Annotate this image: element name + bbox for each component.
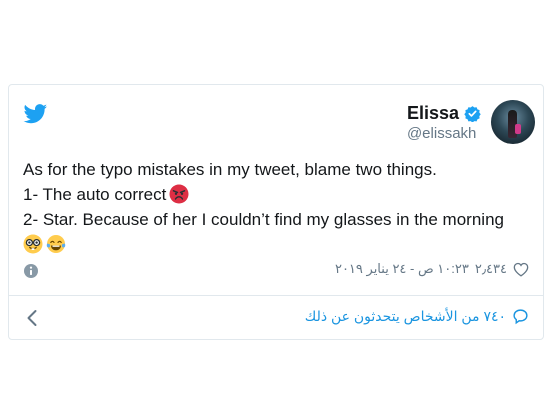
- author-handle[interactable]: @elissakh: [407, 125, 481, 142]
- tweet-meta-right: ٢٫٤٣٤ ١٠:٢٣ ص - ٢٤ يناير ٢٠١٩: [335, 261, 529, 277]
- conversation-text: ٧٤٠ من الأشخاص يتحدثون عن ذلك: [304, 308, 506, 324]
- author-display-name[interactable]: Elissa: [407, 103, 459, 124]
- name-row: Elissa: [407, 102, 481, 124]
- tweet-text-line-1: As for the typo mistakes in my tweet, bl…: [23, 160, 437, 179]
- author-names: Elissa @elissakh: [407, 102, 481, 142]
- avatar-accent: [515, 124, 521, 134]
- speech-bubble-icon: [513, 309, 528, 325]
- nerd-face-emoji: [23, 234, 43, 254]
- twitter-bird-icon[interactable]: [23, 104, 48, 124]
- verified-badge-icon: [464, 105, 481, 122]
- tweet-text-line-3: 2- Star. Because of her I couldn’t find …: [23, 210, 504, 229]
- card-divider: [9, 295, 543, 296]
- angry-face-emoji: [169, 184, 189, 204]
- chevron-left-icon[interactable]: [25, 309, 39, 327]
- tears-of-joy-emoji: [46, 235, 66, 253]
- tweet-text-line-4: [23, 232, 533, 257]
- tweet-text-line-2: 1- The auto correct: [23, 182, 533, 207]
- tweet-footer: ٧٤٠ من الأشخاص يتحدثون عن ذلك: [23, 307, 529, 329]
- info-icon[interactable]: [23, 263, 39, 279]
- like-count[interactable]: ٢٫٤٣٤: [475, 261, 507, 277]
- tweet-text: As for the typo mistakes in my tweet, bl…: [23, 157, 533, 257]
- tweet-meta-row: ٢٫٤٣٤ ١٠:٢٣ ص - ٢٤ يناير ٢٠١٩: [23, 261, 529, 281]
- embedded-tweet-card: Elissa @elissakh As for the typo mistake…: [8, 84, 544, 340]
- page: Elissa @elissakh As for the typo mistake…: [0, 0, 550, 400]
- conversation-link[interactable]: ٧٤٠ من الأشخاص يتحدثون عن ذلك: [305, 308, 529, 325]
- avatar[interactable]: [491, 100, 535, 144]
- tweet-timestamp[interactable]: ١٠:٢٣ ص - ٢٤ يناير ٢٠١٩: [335, 261, 469, 277]
- tweet-text-line-2-text: 1- The auto correct: [23, 185, 167, 204]
- tweet-author: Elissa @elissakh: [407, 99, 535, 145]
- heart-icon[interactable]: [513, 262, 529, 277]
